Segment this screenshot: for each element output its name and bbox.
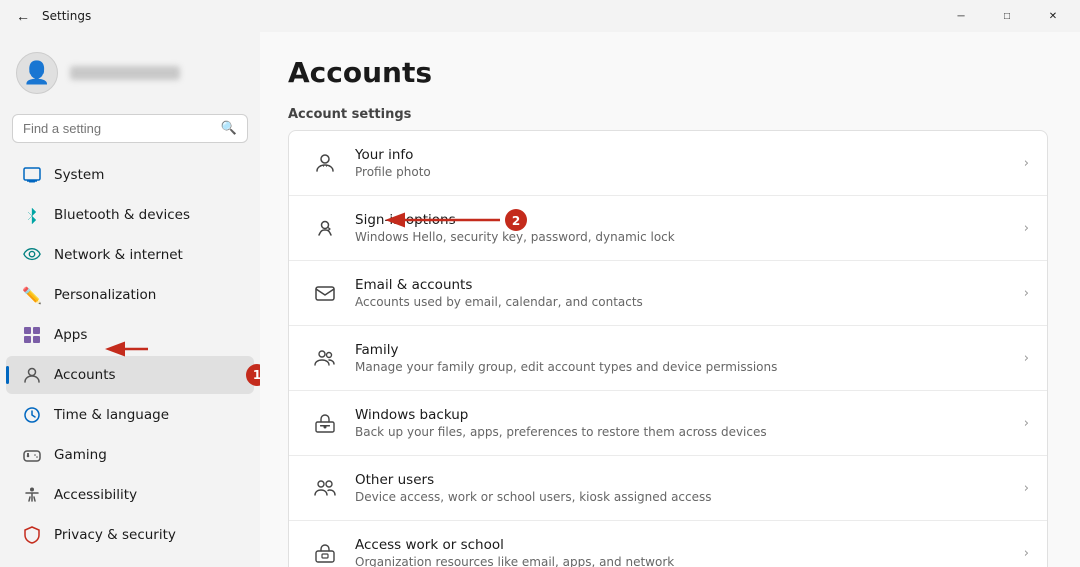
backup-name: Windows backup [355,407,1012,423]
nav-item-accounts[interactable]: Accounts 1 [6,356,254,394]
nav-item-personalization[interactable]: ✏️ Personalization [6,276,254,314]
maximize-button[interactable]: □ [984,0,1030,32]
other-users-chevron: › [1024,481,1029,496]
family-name: Family [355,342,1012,358]
work-school-chevron: › [1024,546,1029,561]
nav-label-personalization: Personalization [54,287,156,303]
settings-item-email[interactable]: Email & accounts Accounts used by email,… [289,261,1047,326]
backup-desc: Back up your files, apps, preferences to… [355,425,1012,439]
settings-item-your-info[interactable]: Your info Profile photo › [289,131,1047,196]
window-title: Settings [42,9,91,23]
personalization-icon: ✏️ [22,285,42,305]
work-school-name: Access work or school [355,537,1012,553]
work-school-desc: Organization resources like email, apps,… [355,555,1012,567]
nav-label-gaming: Gaming [54,447,107,463]
title-bar-left: ← Settings [12,6,91,26]
nav-item-system[interactable]: System [6,156,254,194]
work-school-text: Access work or school Organization resou… [343,537,1024,567]
minimize-button[interactable]: ─ [938,0,984,32]
user-name [70,66,180,80]
settings-item-work-school[interactable]: Access work or school Organization resou… [289,521,1047,567]
nav-label-network: Network & internet [54,247,183,263]
user-profile[interactable]: 👤 [0,40,260,110]
sign-in-text: Sign-in options Windows Hello, security … [343,212,1024,244]
nav-item-network[interactable]: Network & internet [6,236,254,274]
your-info-desc: Profile photo [355,165,1012,179]
settings-item-backup[interactable]: Windows backup Back up your files, apps,… [289,391,1047,456]
gaming-icon [22,445,42,465]
nav-item-gaming[interactable]: Gaming [6,436,254,474]
sign-in-name: Sign-in options [355,212,1012,228]
settings-list: Your info Profile photo › Sign-in option… [288,130,1048,567]
back-button[interactable]: ← [12,6,34,26]
family-desc: Manage your family group, edit account t… [355,360,1012,374]
annotation-1: 1 [246,364,260,386]
nav-label-apps: Apps [54,327,87,343]
nav-label-bluetooth: Bluetooth & devices [54,207,190,223]
backup-text: Windows backup Back up your files, apps,… [343,407,1024,439]
sign-in-icon [307,210,343,246]
nav-label-accounts: Accounts [54,367,116,383]
privacy-icon [22,525,42,545]
other-users-icon [307,470,343,506]
nav-label-privacy: Privacy & security [54,527,176,543]
sidebar: 👤 🔍 System Bluetooth & devices [0,32,260,567]
settings-item-family[interactable]: Family Manage your family group, edit ac… [289,326,1047,391]
system-icon [22,165,42,185]
email-chevron: › [1024,286,1029,301]
other-users-name: Other users [355,472,1012,488]
avatar-icon: 👤 [23,61,50,86]
title-bar: ← Settings ─ □ ✕ [0,0,1080,32]
time-icon [22,405,42,425]
page-title: Accounts [288,56,1048,89]
nav-label-system: System [54,167,104,183]
your-info-name: Your info [355,147,1012,163]
nav-item-bluetooth[interactable]: Bluetooth & devices [6,196,254,234]
app-body: 👤 🔍 System Bluetooth & devices [0,32,1080,567]
your-info-text: Your info Profile photo [343,147,1024,179]
backup-chevron: › [1024,416,1029,431]
your-info-icon [307,145,343,181]
other-users-desc: Device access, work or school users, kio… [355,490,1012,504]
nav-item-privacy[interactable]: Privacy & security [6,516,254,554]
search-input[interactable] [23,121,213,136]
email-icon [307,275,343,311]
nav-label-accessibility: Accessibility [54,487,137,503]
other-users-text: Other users Device access, work or schoo… [343,472,1024,504]
search-box[interactable]: 🔍 [12,114,248,143]
network-icon [22,245,42,265]
email-desc: Accounts used by email, calendar, and co… [355,295,1012,309]
sign-in-desc: Windows Hello, security key, password, d… [355,230,1012,244]
content-area: Accounts Account settings Your info Prof… [260,32,1080,567]
work-icon [307,535,343,567]
avatar: 👤 [16,52,58,94]
settings-item-sign-in[interactable]: Sign-in options Windows Hello, security … [289,196,1047,261]
nav-item-windows-update[interactable]: Windows Update [6,556,254,567]
title-bar-controls: ─ □ ✕ [938,0,1076,32]
section-title: Account settings [288,107,1048,122]
your-info-chevron: › [1024,156,1029,171]
family-chevron: › [1024,351,1029,366]
apps-icon [22,325,42,345]
nav-item-time[interactable]: Time & language [6,396,254,434]
settings-item-other-users[interactable]: Other users Device access, work or schoo… [289,456,1047,521]
family-icon [307,340,343,376]
family-text: Family Manage your family group, edit ac… [343,342,1024,374]
backup-icon [307,405,343,441]
nav-item-apps[interactable]: Apps [6,316,254,354]
search-icon: 🔍 [221,121,237,136]
close-button[interactable]: ✕ [1030,0,1076,32]
nav-label-time: Time & language [54,407,169,423]
accounts-icon [22,365,42,385]
accessibility-icon [22,485,42,505]
email-name: Email & accounts [355,277,1012,293]
sign-in-chevron: › [1024,221,1029,236]
email-text: Email & accounts Accounts used by email,… [343,277,1024,309]
bluetooth-icon [22,205,42,225]
nav-item-accessibility[interactable]: Accessibility [6,476,254,514]
